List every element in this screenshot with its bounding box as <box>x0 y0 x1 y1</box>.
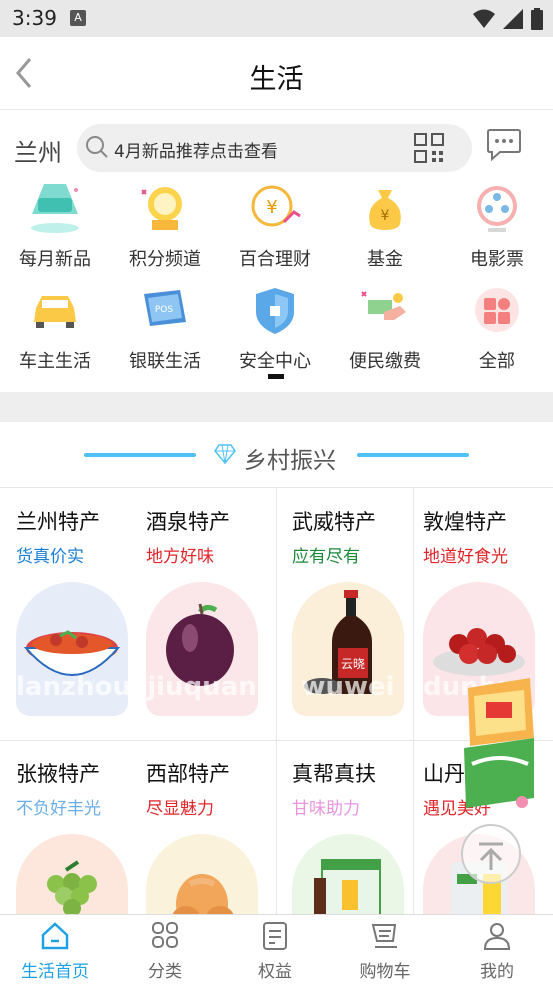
bottom-navigation: 生活首页 分类 权益 购物车 我的 <box>0 914 553 984</box>
quick-link-all[interactable]: 全部 <box>442 282 552 373</box>
message-icon[interactable] <box>486 128 522 162</box>
product-card-wuwei[interactable]: 武威特产 应有尽有 云晓 wuwei <box>276 488 413 740</box>
battery-icon <box>531 8 543 30</box>
product-card-poverty-aid[interactable]: 真帮真扶 甘味助力 <box>276 740 413 918</box>
product-card-jiuquan[interactable]: 酒泉特产 地方好味 jiuquan <box>138 488 276 740</box>
nav-home[interactable]: 生活首页 <box>0 921 110 982</box>
film-reel-icon <box>466 180 528 242</box>
benefits-icon <box>263 922 287 950</box>
nav-cart[interactable]: 购物车 <box>330 921 440 982</box>
nav-profile[interactable]: 我的 <box>442 921 552 982</box>
noodle-bowl-image: lanzhou <box>16 582 128 716</box>
back-to-top-button[interactable] <box>461 824 521 884</box>
quick-link-fund[interactable]: ¥ 基金 <box>330 180 440 271</box>
city-selector[interactable]: 兰州 <box>14 133 62 168</box>
pos-card-icon: POS <box>134 282 196 344</box>
profile-icon <box>483 923 511 950</box>
quick-link-car-owner[interactable]: 车主生活 <box>0 282 110 373</box>
category-icon <box>152 922 178 948</box>
diamond-icon <box>214 444 236 464</box>
quick-link-finance[interactable]: ¥ 百合理财 <box>220 180 330 271</box>
status-bar: 3:39 A <box>0 0 553 37</box>
shield-icon <box>244 282 306 344</box>
qr-scan-icon[interactable] <box>414 133 444 163</box>
car-icon <box>24 282 86 344</box>
plum-image: jiuquan <box>146 582 258 716</box>
page-indicator <box>268 374 284 379</box>
section-header: 乡村振兴 <box>0 430 553 480</box>
svg-text:云晓: 云晓 <box>341 657 365 671</box>
status-time: 3:39 <box>12 6 57 30</box>
status-icons <box>473 8 543 30</box>
quick-link-points[interactable]: 积分频道 <box>110 180 220 271</box>
home-icon <box>41 922 69 950</box>
section-line-right <box>357 453 469 457</box>
arrow-up-icon <box>479 842 503 870</box>
notification-icon: A <box>70 10 86 26</box>
section-line-left <box>84 453 196 457</box>
points-coin-icon <box>134 180 196 242</box>
search-placeholder: 4月新品推荐点击查看 <box>114 142 278 162</box>
svg-text:¥: ¥ <box>266 197 277 218</box>
quick-link-security[interactable]: 安全中心 <box>220 282 330 373</box>
signal-icon <box>503 9 523 29</box>
new-badge-icon <box>24 180 86 242</box>
product-card-western[interactable]: 西部特产 尽显魅力 <box>138 740 276 918</box>
grapes-image <box>16 834 128 918</box>
product-card-zhangye[interactable]: 张掖特产 不负好丰光 <box>0 740 138 918</box>
svg-text:POS: POS <box>155 305 174 315</box>
product-card-lanzhou[interactable]: 兰州特产 货真价实 lanzhou <box>0 488 138 740</box>
melon-image <box>146 834 258 918</box>
quick-link-bill-pay[interactable]: 便民缴费 <box>330 282 440 373</box>
section-divider <box>0 392 553 422</box>
app-header: 生活 <box>0 37 553 110</box>
section-title: 乡村振兴 <box>244 448 336 474</box>
svg-text:¥: ¥ <box>381 208 390 224</box>
finance-coin-icon: ¥ <box>244 180 306 242</box>
payment-hand-icon <box>354 282 416 344</box>
wifi-icon <box>473 9 495 28</box>
floating-promo-banner[interactable] <box>460 668 538 818</box>
vinegar-bottle-image: 云晓 wuwei <box>292 582 404 716</box>
cart-icon <box>371 924 397 948</box>
money-bag-icon: ¥ <box>354 180 416 242</box>
search-bar[interactable]: 4月新品推荐点击查看 <box>77 124 472 172</box>
gift-box-image <box>292 834 404 918</box>
search-icon <box>86 136 108 158</box>
quick-link-movie[interactable]: 电影票 <box>442 180 552 271</box>
quick-link-unionpay[interactable]: POS 银联生活 <box>110 282 220 373</box>
all-grid-icon <box>466 282 528 344</box>
nav-category[interactable]: 分类 <box>110 921 220 982</box>
nav-benefits[interactable]: 权益 <box>220 921 330 982</box>
quick-link-monthly-new[interactable]: 每月新品 <box>0 180 110 271</box>
page-title: 生活 <box>249 64 304 95</box>
